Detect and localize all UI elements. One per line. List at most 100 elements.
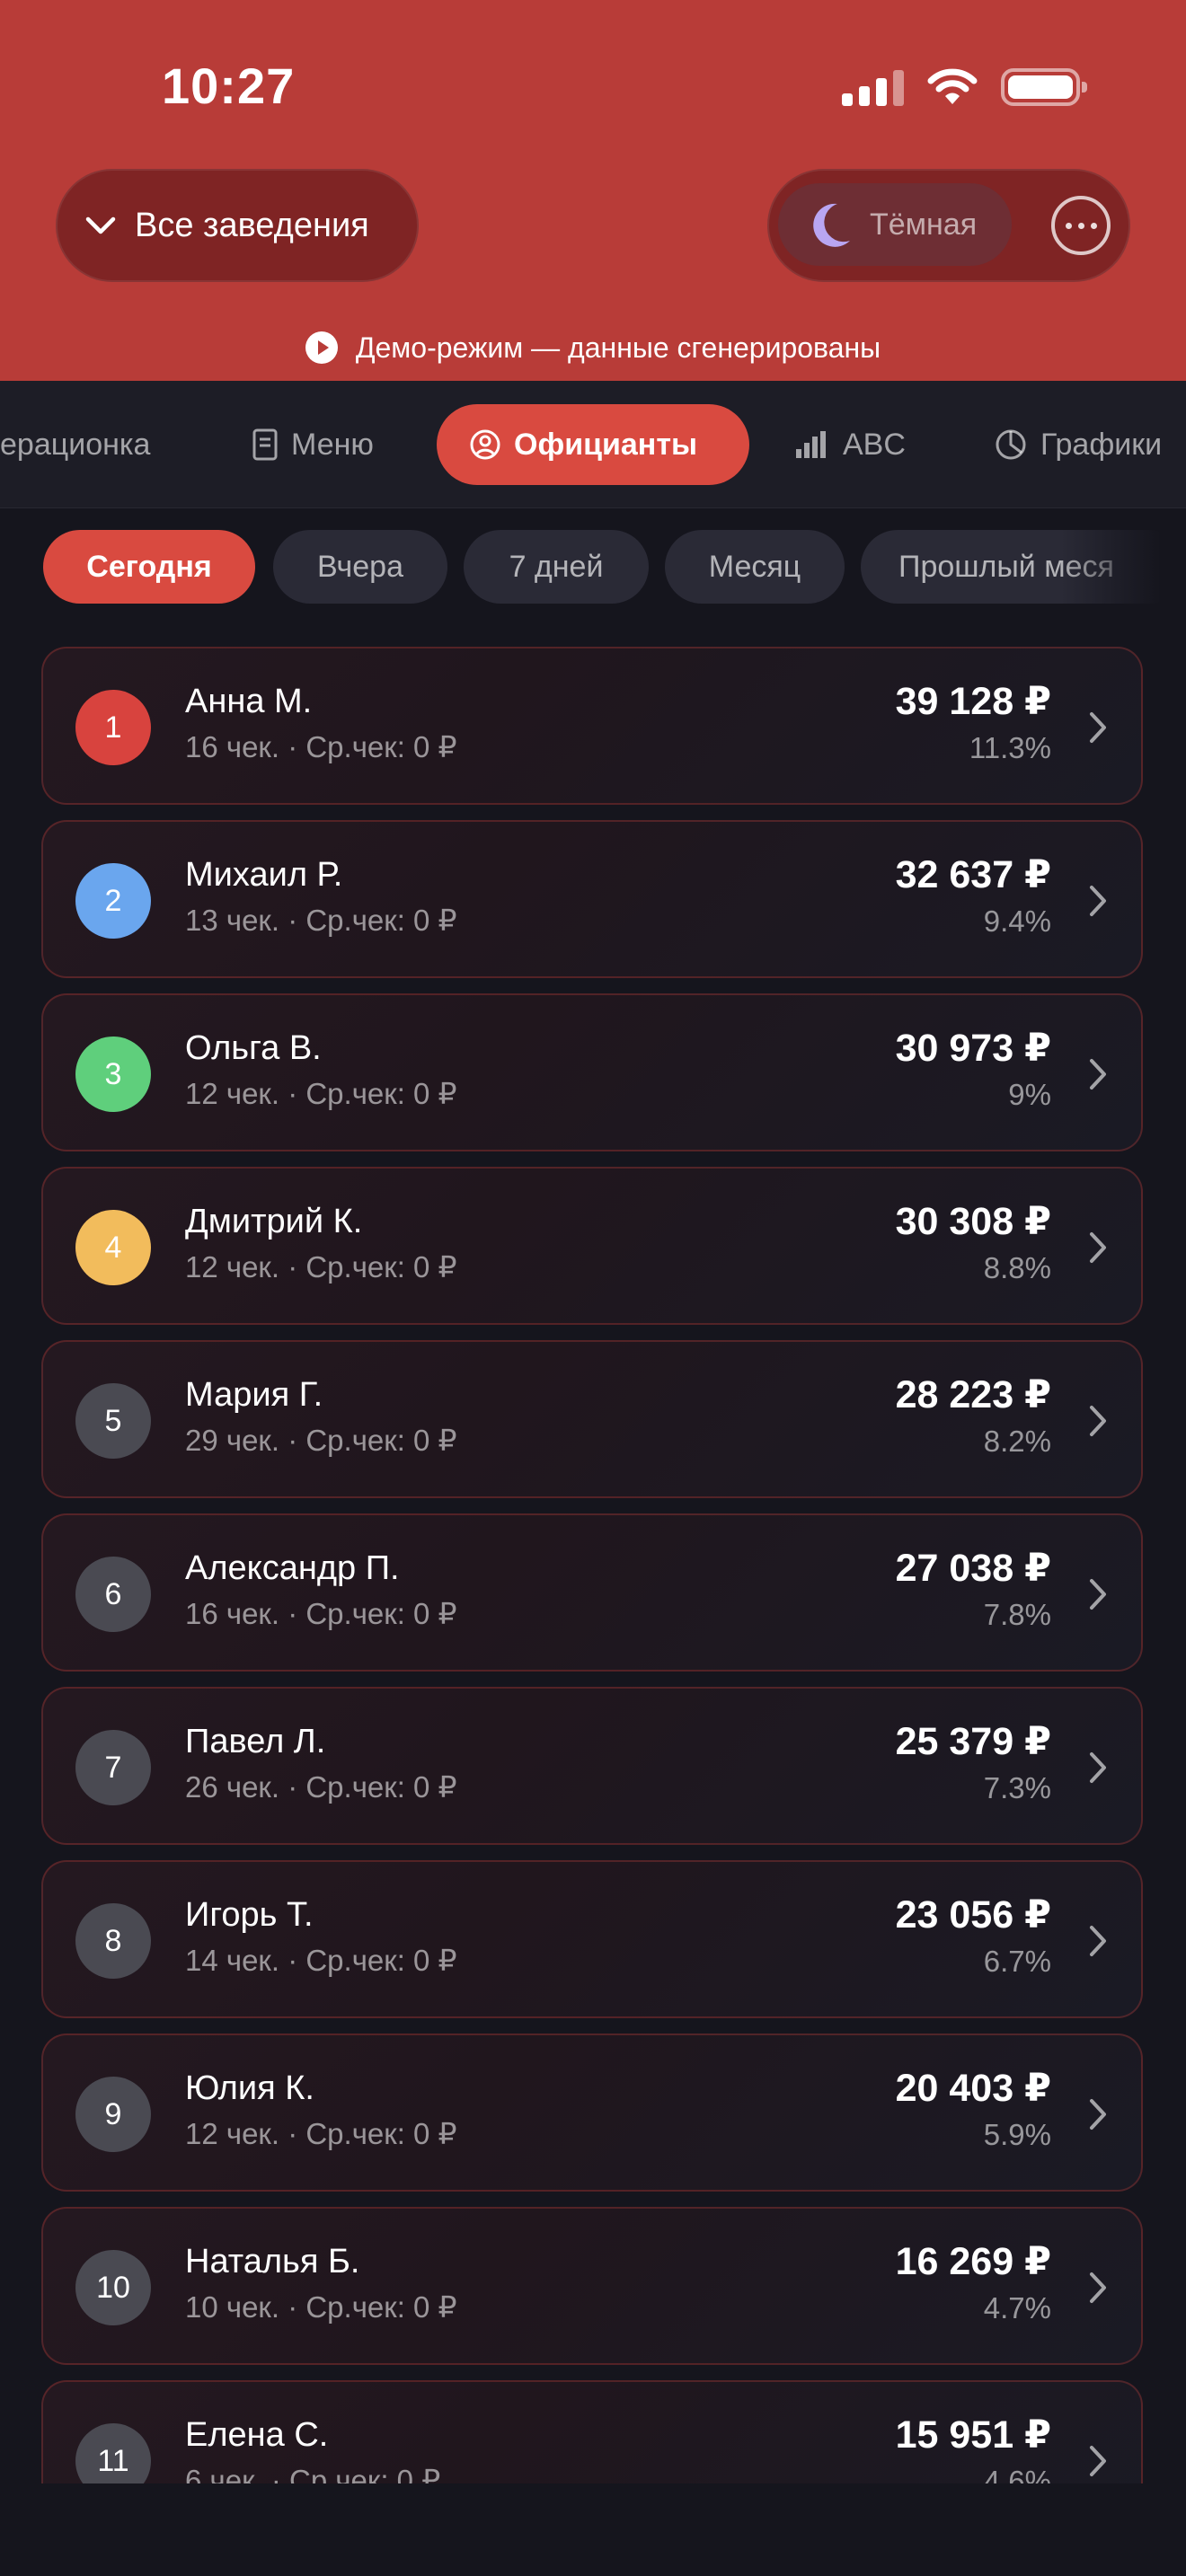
waiter-name: Павел Л. [185,1723,326,1760]
waiter-meta: 12 чек. · Ср.чек: 0 ₽ [185,1250,457,1284]
chevron-right-icon [1090,886,1106,916]
more-options-icon[interactable] [1051,196,1111,255]
waiter-revenue: 27 038 ₽ [895,1547,1051,1590]
header-actions: Тёмная [767,169,1130,282]
waiter-revenue: 30 308 ₽ [895,1200,1051,1243]
waiter-revenue: 28 223 ₽ [895,1373,1051,1416]
waiter-meta: 26 чек. · Ср.чек: 0 ₽ [185,1770,457,1804]
period-today-chip[interactable]: Сегодня [43,530,255,604]
waiter-revenue: 16 269 ₽ [895,2240,1051,2283]
demo-notice: Демо-режим — данные сгенерированы [0,325,1186,370]
wifi-icon [927,68,978,104]
tab-waiters[interactable]: Официанты [437,404,749,485]
waiter-share: 6.7% [983,1945,1051,1978]
cellular-signal-icon [842,68,904,106]
waiter-name: Александр П. [185,1549,400,1587]
waiter-row[interactable]: 10 Наталья Б. 10 чек. · Ср.чек: 0 ₽ 16 2… [41,2207,1143,2365]
chevron-right-icon [1090,1579,1106,1610]
battery-icon [1001,68,1087,106]
waiter-share: 9.4% [983,904,1051,938]
chevron-right-icon [1090,2272,1106,2303]
waiter-row[interactable]: 1 Анна М. 16 чек. · Ср.чек: 0 ₽ 39 128 ₽… [41,647,1143,805]
waiter-meta: 12 чек. · Ср.чек: 0 ₽ [185,2117,457,2150]
section-tabs: ерационка Меню Официанты ABC Графики [0,381,1186,508]
waiter-revenue: 20 403 ₽ [895,2067,1051,2110]
period-yesterday-chip[interactable]: Вчера [273,530,447,604]
chevron-right-icon [1090,1059,1106,1090]
waiter-share: 4.7% [983,2291,1051,2325]
waiter-meta: 13 чек. · Ср.чек: 0 ₽ [185,904,457,937]
waiter-name: Михаил Р. [185,856,343,894]
play-icon [305,331,338,364]
pie-chart-icon [994,428,1028,462]
rank-badge: 2 [75,863,151,939]
rank-badge: 5 [75,1383,151,1459]
waiter-row[interactable]: 11 Елена С. 6 чек. · Ср.чек: 0 ₽ 15 951 … [41,2380,1143,2483]
waiter-share: 8.2% [983,1425,1051,1458]
waiter-share: 5.9% [983,2118,1051,2151]
header: 10:27 Все заведения Тёмная Демо-режим — … [0,0,1186,381]
waiter-share: 7.3% [983,1771,1051,1804]
waiter-row[interactable]: 5 Мария Г. 29 чек. · Ср.чек: 0 ₽ 28 223 … [41,1340,1143,1498]
waiter-name: Игорь Т. [185,1896,314,1934]
tab-label: ABC [843,427,906,462]
chevron-right-icon [1090,1926,1106,1956]
waiter-revenue: 30 973 ₽ [895,1027,1051,1070]
waiter-name: Елена С. [185,2416,329,2454]
waiter-meta: 16 чек. · Ср.чек: 0 ₽ [185,730,457,763]
waiter-share: 4.6% [983,2465,1051,2483]
waiter-meta: 10 чек. · Ср.чек: 0 ₽ [185,2290,457,2324]
waiter-revenue: 39 128 ₽ [895,680,1051,723]
waiter-name: Наталья Б. [185,2243,360,2280]
rank-badge: 4 [75,1210,151,1285]
waiter-revenue: 15 951 ₽ [895,2413,1051,2457]
waiter-meta: 16 чек. · Ср.чек: 0 ₽ [185,1597,457,1630]
period-7days-chip[interactable]: 7 дней [464,530,649,604]
tab-label: Официанты [514,427,698,462]
document-icon [252,428,279,462]
waiter-row[interactable]: 6 Александр П. 16 чек. · Ср.чек: 0 ₽ 27 … [41,1513,1143,1672]
person-circle-icon [469,428,501,461]
waiter-meta: 12 чек. · Ср.чек: 0 ₽ [185,1077,457,1110]
waiter-name: Ольга В. [185,1029,322,1067]
waiter-row[interactable]: 8 Игорь Т. 14 чек. · Ср.чек: 0 ₽ 23 056 … [41,1860,1143,2018]
waiter-name: Анна М. [185,683,313,720]
tab-charts[interactable]: Графики [994,404,1162,485]
waiter-meta: 29 чек. · Ср.чек: 0 ₽ [185,1424,457,1457]
venue-selector-label: Все заведения [135,206,369,244]
rank-badge: 10 [75,2250,151,2325]
chevron-right-icon [1090,712,1106,743]
divider [0,507,1186,508]
rank-badge: 6 [75,1557,151,1632]
waiter-row[interactable]: 4 Дмитрий К. 12 чек. · Ср.чек: 0 ₽ 30 30… [41,1167,1143,1325]
waiter-revenue: 32 637 ₽ [895,853,1051,896]
waiter-meta: 14 чек. · Ср.чек: 0 ₽ [185,1944,457,1977]
tab-menu[interactable]: Меню [252,404,374,485]
waiter-row[interactable]: 9 Юлия К. 12 чек. · Ср.чек: 0 ₽ 20 403 ₽… [41,2033,1143,2192]
demo-notice-text: Демо-режим — данные сгенерированы [355,331,881,364]
period-month-chip[interactable]: Месяц [665,530,845,604]
status-icons [842,63,1087,111]
waiter-name: Мария Г. [185,1376,323,1414]
chevron-right-icon [1090,2099,1106,2130]
waiter-row[interactable]: 2 Михаил Р. 13 чек. · Ср.чек: 0 ₽ 32 637… [41,820,1143,978]
waiter-row[interactable]: 3 Ольга В. 12 чек. · Ср.чек: 0 ₽ 30 973 … [41,993,1143,1151]
rank-badge: 8 [75,1903,151,1979]
tab-abc[interactable]: ABC [794,404,906,485]
waiters-list: 1 Анна М. 16 чек. · Ср.чек: 0 ₽ 39 128 ₽… [41,647,1143,2483]
chevron-right-icon [1090,1406,1106,1436]
waiter-share: 7.8% [983,1598,1051,1631]
theme-toggle-label: Тёмная [870,207,978,242]
chevron-right-icon [1090,1232,1106,1263]
venue-selector-button[interactable]: Все заведения [56,169,419,282]
theme-toggle-button[interactable]: Тёмная [778,183,1012,266]
rank-badge: 1 [75,690,151,765]
waiter-revenue: 25 379 ₽ [895,1720,1051,1763]
waiter-name: Юлия К. [185,2069,314,2107]
rank-badge: 3 [75,1037,151,1112]
chevron-right-icon [1090,1752,1106,1783]
rank-badge: 11 [75,2423,151,2483]
waiter-row[interactable]: 7 Павел Л. 26 чек. · Ср.чек: 0 ₽ 25 379 … [41,1687,1143,1845]
waiter-meta: 6 чек. · Ср.чек: 0 ₽ [185,2464,441,2483]
tab-operations[interactable]: ерационка [0,404,150,485]
